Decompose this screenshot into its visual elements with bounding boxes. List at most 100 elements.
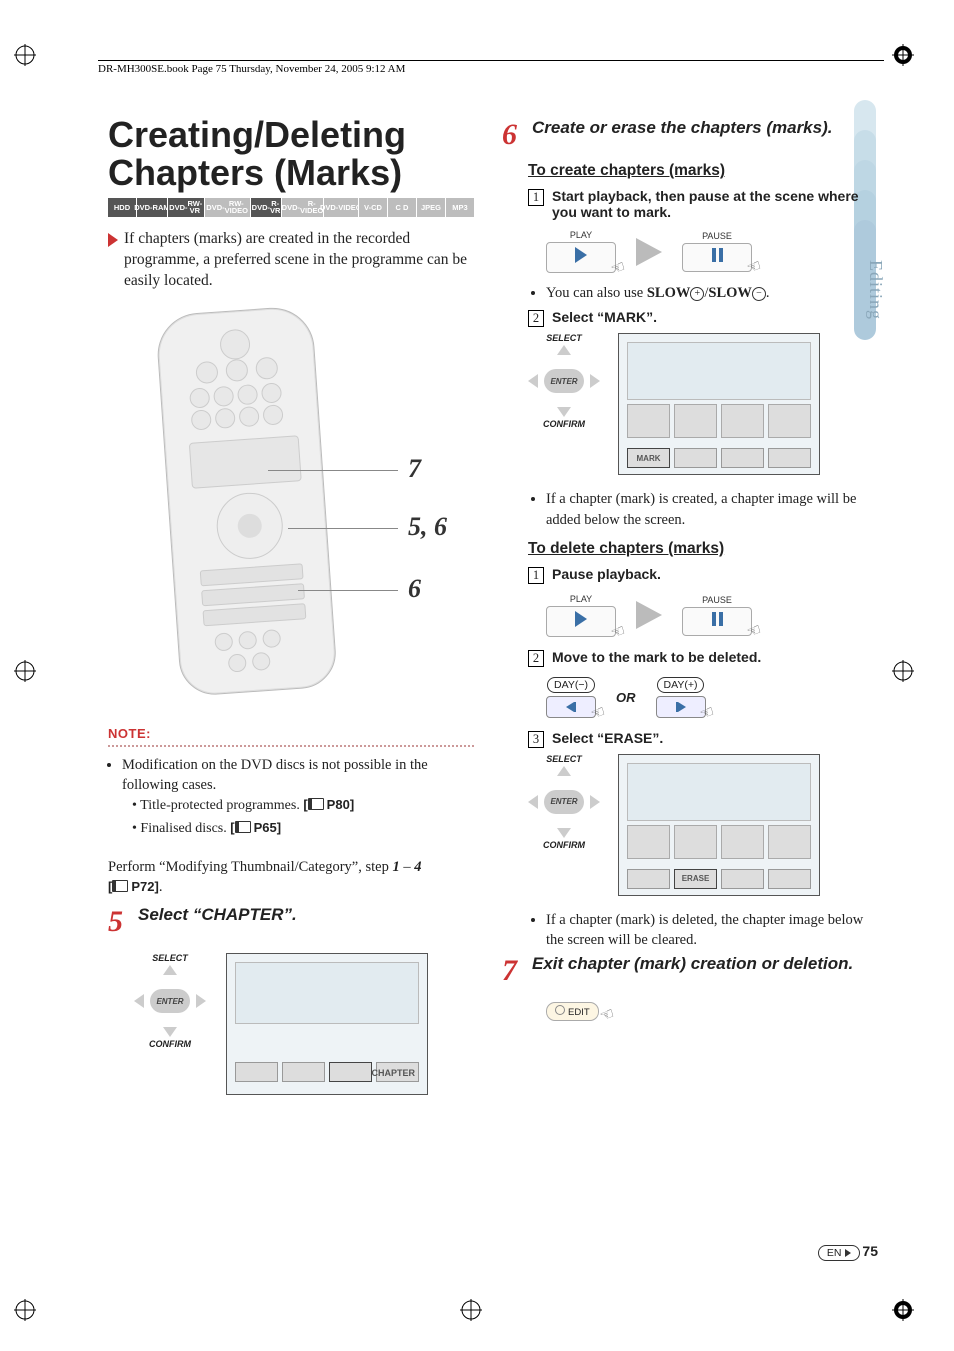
note-item-text: Title-protected programmes. — [140, 798, 300, 813]
format-badge: DVD-RW-VR — [168, 198, 204, 218]
play-label: PLAY — [546, 594, 616, 604]
crop-mark-icon — [14, 1299, 36, 1321]
day-plus-button: DAY(+) — [657, 677, 705, 693]
format-badge: HDD — [108, 198, 136, 218]
substep-text: Select “MARK”. — [552, 309, 657, 325]
page-title: Creating/Deleting Chapters (Marks) — [108, 116, 474, 192]
header-meta: DR-MH300SE.book Page 75 Thursday, Novemb… — [98, 60, 884, 75]
page-footer: EN 75 — [818, 1243, 878, 1261]
remote-icon — [155, 305, 338, 697]
format-badge: DVD-RAM — [137, 198, 167, 218]
hand-icon: ☜ — [697, 701, 717, 725]
substep-text: Pause playback. — [552, 566, 661, 582]
play-label: PLAY — [546, 230, 616, 240]
hand-icon: ☜ — [744, 619, 764, 643]
page-ref: [P80] — [303, 797, 354, 812]
step-number: 6 — [502, 118, 526, 152]
slow-note: You can also use SLOW+/SLOW−. — [546, 283, 868, 303]
crop-mark-icon — [460, 1299, 482, 1321]
hand-icon: ☜ — [608, 256, 628, 280]
crop-mark-icon — [892, 44, 914, 66]
book-icon — [235, 820, 254, 835]
book-icon — [308, 797, 327, 812]
skip-back-icon: ☜ — [546, 696, 596, 718]
select-confirm-pad: SELECT ENTER CONFIRM — [528, 754, 600, 850]
select-confirm-pad: SELECT ENTER CONFIRM — [528, 333, 600, 429]
substep-text: Start playback, then pause at the scene … — [552, 188, 868, 220]
remote-illustration: 7 5, 6 6 — [108, 300, 474, 720]
step-number: 5 — [108, 905, 132, 939]
substep-text: Move to the mark to be deleted. — [552, 649, 761, 665]
enter-button-icon: ENTER — [150, 989, 190, 1013]
callout-step-5-6: 5, 6 — [408, 512, 447, 542]
substep-number: 3 — [528, 731, 544, 748]
book-icon — [112, 879, 131, 894]
note-lead-text: Modification on the DVD discs is not pos… — [122, 757, 428, 793]
arrow-right-icon — [636, 601, 662, 629]
enter-button-icon: ENTER — [544, 790, 584, 814]
format-badge: DVD-VIDEO — [324, 198, 358, 218]
tv-chapter-label: CHAPTER — [371, 1068, 415, 1078]
step-title: Create or erase the chapters (marks). — [532, 118, 832, 138]
substep-number: 2 — [528, 310, 544, 327]
tv-mark-label: MARK — [627, 448, 670, 468]
step-title: Select “CHAPTER”. — [138, 905, 297, 925]
confirm-label: CONFIRM — [543, 840, 585, 850]
crop-mark-icon — [892, 1299, 914, 1321]
page-number: 75 — [862, 1243, 878, 1259]
edit-button-icon: EDIT — [546, 1002, 599, 1021]
confirm-label: CONFIRM — [149, 1039, 191, 1049]
section-tab-label: Editing — [865, 260, 886, 320]
deleted-note: If a chapter (mark) is deleted, the chap… — [546, 910, 868, 951]
hand-icon: ☜ — [597, 1004, 617, 1028]
format-badge: MP3 — [446, 198, 474, 218]
delete-heading: To delete chapters (marks) — [528, 540, 868, 558]
step-title: Exit chapter (mark) creation or deletion… — [532, 954, 853, 974]
tv-screen-chapter: CHAPTER — [226, 953, 428, 1095]
crop-mark-icon — [892, 660, 914, 682]
step-5: 5 Select “CHAPTER”. SELECT ENTER CONFIRM — [108, 905, 474, 1095]
page-ref: [P65] — [230, 820, 281, 835]
play-button-icon: ☜ — [546, 242, 616, 273]
callout-step-7: 7 — [408, 454, 421, 484]
select-confirm-pad: SELECT ENTER CONFIRM — [134, 953, 206, 1049]
enter-button-icon: ENTER — [544, 369, 584, 393]
format-badge: C D — [388, 198, 416, 218]
substep-text: Select “ERASE”. — [552, 730, 663, 746]
select-label: SELECT — [152, 953, 188, 963]
right-column: 6 Create or erase the chapters (marks). … — [502, 110, 868, 1095]
arrow-right-icon — [845, 1249, 851, 1257]
pause-label: PAUSE — [682, 231, 752, 241]
crop-mark-icon — [14, 660, 36, 682]
tv-screen-mark: MARK — [618, 333, 820, 475]
hand-icon: ☜ — [744, 255, 764, 279]
pause-label: PAUSE — [682, 595, 752, 605]
dotted-rule — [108, 745, 474, 747]
intro-text: If chapters (marks) are created in the r… — [124, 229, 474, 292]
substep-number: 2 — [528, 650, 544, 667]
created-note: If a chapter (mark) is created, a chapte… — [546, 489, 868, 530]
note-heading: NOTE: — [108, 726, 151, 741]
format-badge: DVD-R-VR — [251, 198, 282, 218]
format-badge: DVD-R-VIDEO — [282, 198, 322, 218]
confirm-label: CONFIRM — [543, 419, 585, 429]
tv-screen-erase: ERASE — [618, 754, 820, 896]
intro-block: If chapters (marks) are created in the r… — [108, 229, 474, 292]
callout-step-6: 6 — [408, 574, 421, 604]
arrow-right-icon — [108, 233, 118, 247]
substep-number: 1 — [528, 189, 544, 206]
format-badge: DVD-RW-VIDEO — [205, 198, 250, 218]
crop-mark-icon — [14, 44, 36, 66]
left-column: Creating/Deleting Chapters (Marks) HDDDV… — [108, 110, 474, 1095]
step-7: 7 Exit chapter (mark) creation or deleti… — [502, 954, 868, 1021]
format-badges: HDDDVD-RAMDVD-RW-VRDVD-RW-VIDEODVD-R-VRD… — [108, 198, 474, 218]
select-label: SELECT — [546, 754, 582, 764]
manual-page: DR-MH300SE.book Page 75 Thursday, Novemb… — [0, 0, 954, 1351]
tv-erase-label: ERASE — [674, 869, 717, 889]
lang-label: EN — [827, 1247, 842, 1259]
substep-number: 1 — [528, 567, 544, 584]
pause-button-icon: ☜ — [682, 243, 752, 272]
note-list: Modification on the DVD discs is not pos… — [108, 755, 474, 839]
hand-icon: ☜ — [588, 701, 608, 725]
perform-instruction: Perform “Modifying Thumbnail/Category”, … — [108, 857, 474, 898]
